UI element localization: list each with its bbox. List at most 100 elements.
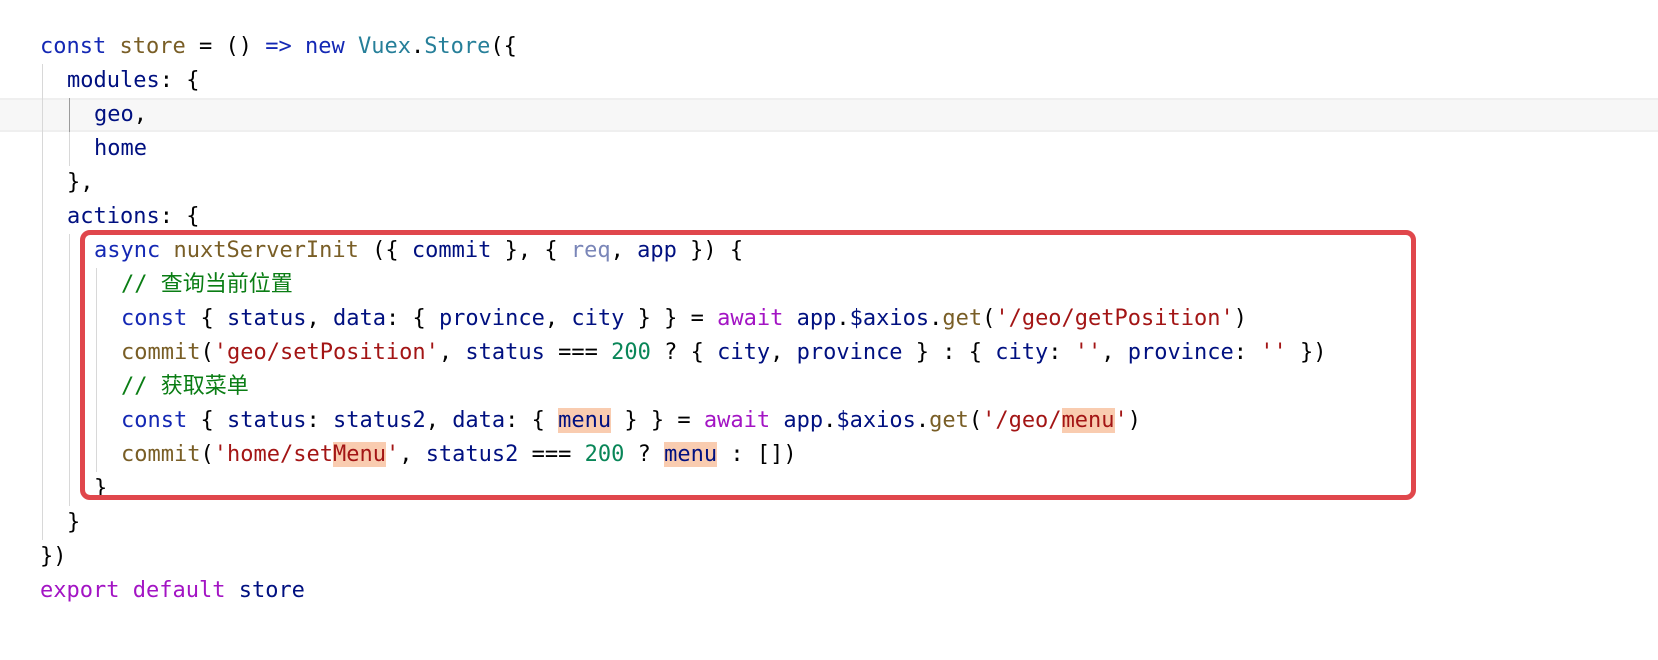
code-token: ? [624,442,665,467]
code-token: const [121,306,188,331]
code-text: // 获取菜单 [121,370,249,404]
code-token: geo [94,102,134,127]
indent-guide [42,200,43,234]
indent-guide [96,302,97,336]
code-line: modules: { [0,64,1658,98]
code-token: 200 [584,442,625,467]
code-token: ( [982,306,996,331]
code-line: home [0,132,1658,166]
code-text: const { status, data: { province, city }… [121,302,1247,336]
code-token: modules [67,68,160,93]
code-token: async [94,238,161,263]
code-token: req [570,238,611,263]
code-token: } } = [624,306,718,331]
code-line: } [0,472,1658,506]
code-token: , [399,442,426,467]
code-token: await [717,306,784,331]
code-token: province [796,340,903,365]
code-token: nuxtServerInit [173,238,359,263]
code-token: status2 [425,442,519,467]
code-token: home [94,136,147,161]
code-token: app [783,408,824,433]
code-token: province [438,306,545,331]
code-token: }) { [676,238,744,263]
code-token: city [995,340,1049,365]
indent-guide [96,370,97,404]
indent-guide [42,404,43,438]
code-token: $axios [849,306,930,331]
code-token: new [304,34,345,59]
code-line: async nuxtServerInit ({ commit }, { req,… [0,234,1658,268]
code-token: export [40,578,120,603]
code-line: // 查询当前位置 [0,268,1658,302]
code-token: status [226,306,307,331]
code-token: await [703,408,771,433]
indent-guide [69,268,70,302]
code-token: Store [424,34,491,59]
indent-guide [69,472,70,506]
code-token: { [187,306,227,331]
code-text: } [67,506,80,540]
indent-guide [42,472,43,506]
code-token: : [1233,340,1261,365]
code-text: } [94,472,107,506]
code-line: actions: { [0,200,1658,234]
code-token-match-highlight: menu [558,408,612,433]
indent-guide [42,506,43,540]
code-token: }) [1286,340,1327,365]
code-token: , [425,408,453,433]
indent-guide [69,404,70,438]
code-token: } [94,476,108,501]
code-token: , [133,102,147,127]
code-token: { [187,408,227,433]
indent-guide [42,234,43,268]
code-text: home [94,132,147,166]
code-token: } } = [611,408,704,433]
code-token: === [544,340,612,365]
code-token: } [67,510,81,535]
code-text: const store = () => new Vuex.Store({ [40,30,517,64]
code-line: const { status, data: { province, city }… [0,302,1658,336]
indent-guide [96,268,97,302]
code-token: , [438,340,466,365]
indent-guide [42,370,43,404]
code-token: // 查询当前位置 [121,272,293,297]
code-token: , [544,306,572,331]
indent-guide [42,438,43,472]
code-token-match-highlight: menu [1061,408,1115,433]
code-token: app [796,306,837,331]
indent-guide [69,302,70,336]
code-token: }) [40,544,67,569]
code-text: geo, [94,98,147,132]
code-token: ( [200,340,214,365]
indent-guide [69,438,70,472]
code-token: ' [385,442,400,467]
code-token: store [119,34,186,59]
code-token: data [452,408,506,433]
code-token: ({ [358,238,412,263]
code-token-match-highlight: Menu [332,442,386,467]
code-token: const [40,34,107,59]
indent-guide [42,132,43,166]
code-text: }) [40,540,67,574]
code-token: actions [67,204,160,229]
code-editor[interactable]: const store = () => new Vuex.Store({modu… [0,30,1658,608]
indent-guide [69,234,70,268]
code-token: = () [185,34,266,59]
code-token: : { [159,204,200,229]
indent-guide [69,370,70,404]
code-token: Vuex [357,34,411,59]
code-line: const store = () => new Vuex.Store({ [0,30,1658,64]
code-line: commit('home/setMenu', status2 === 200 ?… [0,438,1658,472]
code-token: '' [1260,340,1287,365]
code-token: const [121,408,188,433]
code-token: . [836,306,850,331]
indent-guide [42,268,43,302]
code-token: , [306,306,333,331]
code-token: : { [159,68,200,93]
code-token: status [226,408,307,433]
